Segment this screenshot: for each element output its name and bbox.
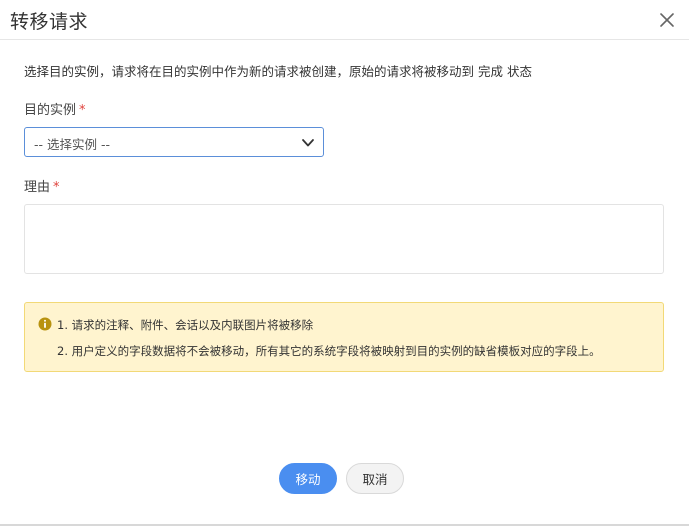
close-button[interactable] <box>656 9 678 31</box>
warning-notice: 1. 请求的注释、附件、会话以及内联图片将被移除 2. 用户定义的字段数据将不会… <box>24 302 664 372</box>
dialog-description: 选择目的实例，请求将在目的实例中作为新的请求被创建，原始的请求将被移动到 完成 … <box>24 64 532 79</box>
info-icon <box>38 317 52 331</box>
notice-line-2: 2. 用户定义的字段数据将不会被移动，所有其它的系统字段将被映射到目的实例的缺省… <box>57 344 601 358</box>
close-icon <box>660 13 674 27</box>
dialog-title: 转移请求 <box>10 11 89 33</box>
instance-select-value: -- 选择实例 -- <box>34 137 110 152</box>
cancel-button[interactable]: 取消 <box>346 463 404 494</box>
instance-label: 目的实例 * <box>24 99 86 118</box>
move-button[interactable]: 移动 <box>279 463 337 494</box>
reason-required-mark: * <box>53 180 60 195</box>
dialog-header: 转移请求 <box>0 0 689 40</box>
reason-label: 理由 * <box>24 176 60 195</box>
instance-required-mark: * <box>79 103 86 118</box>
reason-label-text: 理由 <box>24 180 51 195</box>
reason-textarea[interactable] <box>24 204 664 274</box>
notice-line-1: 1. 请求的注释、附件、会话以及内联图片将被移除 <box>57 318 314 332</box>
instance-label-text: 目的实例 <box>24 103 77 118</box>
instance-select[interactable]: -- 选择实例 -- <box>24 127 324 157</box>
chevron-down-icon <box>302 139 314 147</box>
transfer-request-dialog: 转移请求 选择目的实例，请求将在目的实例中作为新的请求被创建，原始的请求将被移动… <box>0 0 689 526</box>
